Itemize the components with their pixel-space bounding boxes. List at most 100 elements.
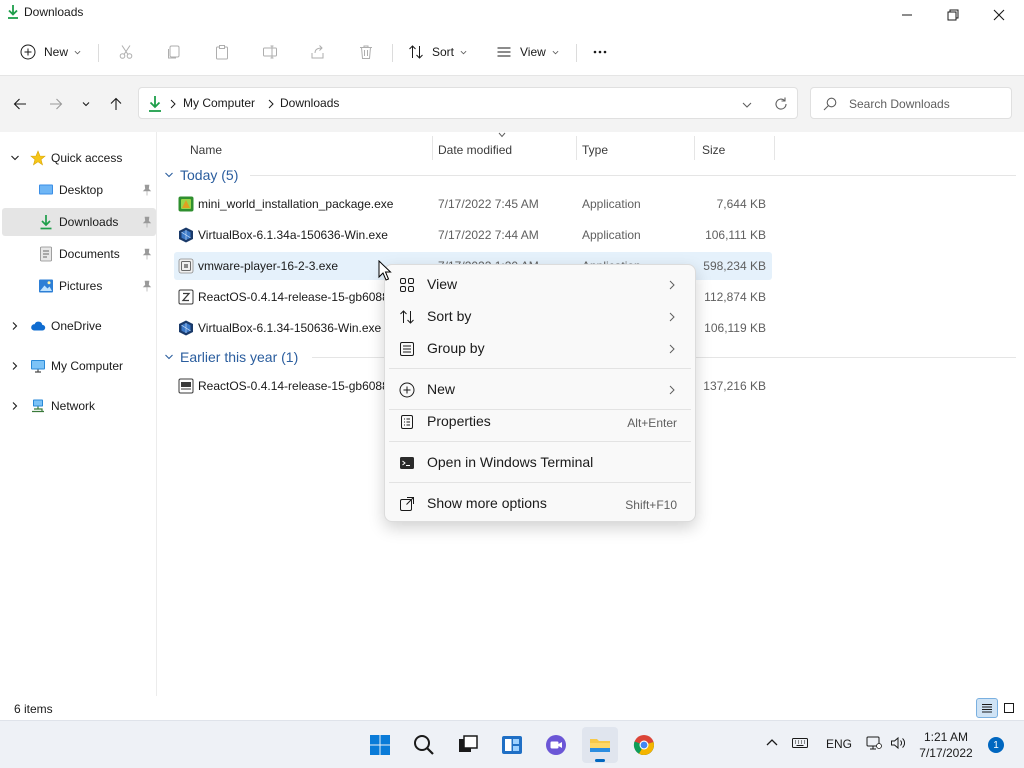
column-header-size[interactable]: Size: [702, 138, 725, 162]
sort-button[interactable]: Sort: [408, 38, 467, 66]
menu-item-show-more-options[interactable]: Show more options Shift+F10: [389, 489, 691, 519]
column-divider[interactable]: [694, 136, 695, 160]
nav-my-computer[interactable]: My Computer: [2, 352, 156, 380]
address-bar[interactable]: My Computer Downloads: [138, 87, 798, 119]
nav-downloads[interactable]: Downloads: [2, 208, 156, 236]
column-header-type[interactable]: Type: [582, 138, 608, 162]
share-button[interactable]: [310, 38, 326, 66]
pin-icon: [142, 184, 152, 196]
arrow-right-icon: [50, 98, 63, 110]
search-icon: [823, 97, 837, 111]
copy-icon: [168, 45, 180, 59]
file-type: Application: [582, 197, 641, 211]
new-label: New: [44, 45, 69, 59]
volume-button[interactable]: [890, 735, 906, 751]
close-button[interactable]: [976, 0, 1022, 30]
new-button[interactable]: New: [20, 38, 81, 66]
nav-desktop[interactable]: Desktop: [2, 176, 156, 204]
menu-item-properties[interactable]: Properties Alt+Enter: [389, 407, 691, 437]
cut-button[interactable]: [118, 38, 134, 66]
search-taskbar-button[interactable]: [406, 727, 442, 763]
copy-button[interactable]: [166, 38, 182, 66]
breadcrumb-downloads[interactable]: Downloads: [280, 96, 339, 110]
group-header-today[interactable]: Today (5): [164, 164, 238, 186]
nav-documents[interactable]: Documents: [2, 240, 156, 268]
notification-badge[interactable]: 1: [988, 737, 1004, 753]
refresh-icon[interactable]: [773, 96, 789, 112]
back-button[interactable]: [10, 94, 30, 114]
network-status-button[interactable]: [866, 735, 882, 751]
column-divider[interactable]: [576, 136, 577, 160]
file-size: 112,874 KB: [704, 290, 766, 304]
menu-item-new[interactable]: New: [389, 375, 691, 405]
column-divider[interactable]: [774, 136, 775, 160]
chevron-right-icon: [669, 385, 675, 395]
show-hidden-icons-button[interactable]: [764, 735, 780, 751]
task-view-icon: [459, 735, 478, 752]
menu-item-sort-by[interactable]: Sort by: [389, 302, 691, 332]
view-button[interactable]: View: [496, 38, 559, 66]
breadcrumb-my-computer[interactable]: My Computer: [183, 96, 255, 110]
rename-button[interactable]: [262, 38, 278, 66]
rename-icon: [263, 45, 277, 59]
chevron-down-icon: [74, 50, 81, 54]
menu-item-shortcut: Alt+Enter: [627, 416, 677, 430]
menu-item-open-in-terminal[interactable]: Open in Windows Terminal: [389, 448, 691, 478]
file-name: VirtualBox-6.1.34-150636-Win.exe: [198, 321, 382, 335]
file-row[interactable]: VirtualBox-6.1.34a-150636-Win.exe 7/17/2…: [174, 221, 772, 249]
large-icons-view-button[interactable]: [998, 698, 1020, 718]
minimize-button[interactable]: [884, 0, 930, 30]
group-header-earlier-this-year[interactable]: Earlier this year (1): [164, 346, 298, 368]
pin-icon: [142, 280, 152, 292]
group-label: Earlier this year (1): [180, 349, 299, 365]
forward-button[interactable]: [46, 94, 66, 114]
menu-item-view[interactable]: View: [389, 270, 691, 300]
chat-button[interactable]: [538, 727, 574, 763]
recent-locations-button[interactable]: [76, 94, 96, 114]
pane-divider[interactable]: [156, 132, 157, 696]
file-row[interactable]: mini_world_installation_package.exe 7/17…: [174, 190, 772, 218]
task-view-button[interactable]: [450, 727, 486, 763]
nav-network[interactable]: Network: [2, 392, 156, 420]
menu-separator: [389, 368, 691, 369]
keyboard-button[interactable]: [792, 735, 808, 751]
delete-button[interactable]: [358, 38, 374, 66]
column-header-name[interactable]: Name: [190, 138, 222, 162]
chrome-taskbar-button[interactable]: [626, 727, 662, 763]
clock[interactable]: 1:21 AM 7/17/2022: [908, 729, 984, 761]
menu-item-group-by[interactable]: Group by: [389, 334, 691, 364]
start-button[interactable]: [362, 727, 398, 763]
search-box[interactable]: [810, 87, 1012, 119]
network-icon: [32, 399, 44, 413]
item-count: 6 items: [14, 702, 53, 716]
file-name: VirtualBox-6.1.34a-150636-Win.exe: [198, 228, 388, 242]
command-separator: [576, 44, 577, 62]
see-more-button[interactable]: [592, 38, 608, 66]
chevron-right-icon: [12, 402, 18, 410]
menu-item-label: New: [427, 381, 456, 397]
search-icon: [414, 735, 434, 755]
language-indicator[interactable]: ENG: [826, 737, 852, 751]
chevron-right-icon: [170, 99, 176, 109]
pictures-icon: [39, 279, 53, 293]
nav-onedrive[interactable]: OneDrive: [2, 312, 156, 340]
nav-label: Quick access: [51, 151, 123, 165]
file-explorer-taskbar-button[interactable]: [582, 727, 618, 763]
file-date: 7/17/2022 7:44 AM: [438, 228, 539, 242]
widgets-button[interactable]: [494, 727, 530, 763]
speaker-icon: [891, 736, 905, 750]
column-divider[interactable]: [432, 136, 433, 160]
up-button[interactable]: [106, 94, 126, 114]
paste-button[interactable]: [214, 38, 230, 66]
chevron-right-icon: [669, 344, 675, 354]
menu-separator: [389, 482, 691, 483]
new-plus-icon: [20, 44, 36, 60]
maximize-button[interactable]: [930, 0, 976, 30]
search-input[interactable]: [849, 94, 1005, 114]
nav-pictures[interactable]: Pictures: [2, 272, 156, 300]
column-header-date[interactable]: Date modified: [438, 138, 512, 162]
view-label: View: [520, 45, 546, 59]
details-view-button[interactable]: [976, 698, 998, 718]
address-history-chevron-icon[interactable]: [741, 99, 753, 111]
nav-quick-access[interactable]: Quick access: [2, 144, 156, 172]
